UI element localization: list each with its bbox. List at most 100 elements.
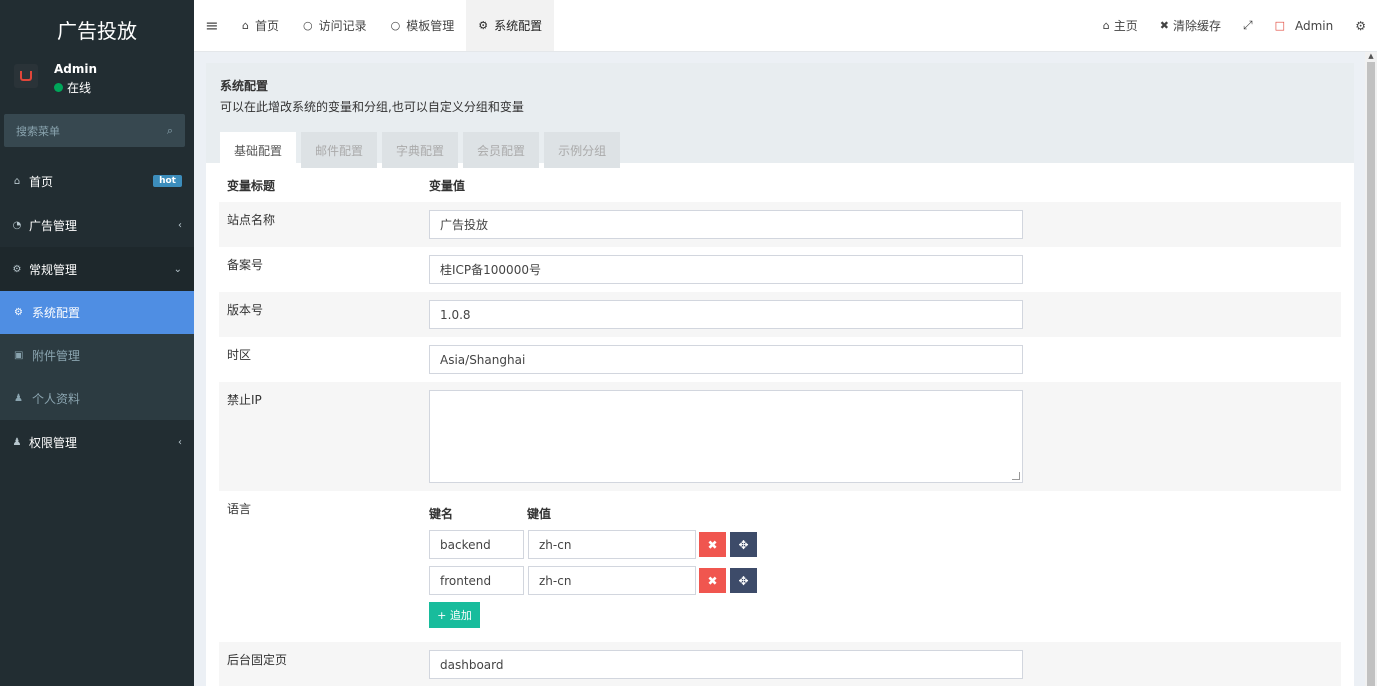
ads-icon: ◔ <box>12 219 22 231</box>
table-row: 禁止IP <box>219 382 1341 491</box>
table-row: 后台固定页 dashboard <box>219 642 1341 686</box>
table-row: 时区 Asia/Shanghai <box>219 337 1341 382</box>
sidebar: 广告投放 Admin 在线 搜索菜单 ⌕ ⌂ 首页 hot ◔ 广告管理 ‹ ⚙… <box>0 0 194 686</box>
row-label: 后台固定页 <box>227 653 288 667</box>
cogs-icon: ⚙ <box>12 263 22 275</box>
sidebar-menu: ⌂ 首页 hot ◔ 广告管理 ‹ ⚙ 常规管理 ⌄ ⚙ 系统配置 ▣ 附件管理… <box>0 159 194 464</box>
tab-label: 模板管理 <box>406 19 455 33</box>
table-row: 备案号 桂ICP备100000号 <box>219 247 1341 292</box>
sidebar-item-label: 个人资料 <box>32 392 81 406</box>
sidebar-item-attachments[interactable]: ▣ 附件管理 <box>0 334 194 377</box>
clear-cache-label: 清除缓存 <box>1172 19 1221 33</box>
kv-value-input[interactable]: zh-cn <box>528 530 696 559</box>
user-status: 在线 <box>54 79 97 96</box>
page-title: 系统配置 <box>220 79 269 93</box>
sidebar-search-input[interactable]: 搜索菜单 ⌕ <box>4 114 185 147</box>
tab-visit-log[interactable]: ○ 访问记录 <box>291 0 379 51</box>
tab-template[interactable]: ○ 模板管理 <box>379 0 467 51</box>
sidebar-item-home[interactable]: ⌂ 首页 hot <box>0 159 194 203</box>
user-name: Admin <box>54 62 98 76</box>
sidebar-item-label: 附件管理 <box>32 349 81 363</box>
table-header-row: 变量标题 变量值 <box>219 163 1341 202</box>
kv-value-input[interactable]: zh-cn <box>528 566 696 595</box>
tab-system-config[interactable]: ⚙ 系统配置 <box>466 0 555 51</box>
kv-key-input[interactable]: backend <box>429 530 524 559</box>
home-link-label: 主页 <box>1113 19 1138 33</box>
sidebar-submenu: ⚙ 系统配置 ▣ 附件管理 ♟ 个人资料 <box>0 291 194 420</box>
forbidden-ip-textarea[interactable] <box>429 390 1023 483</box>
gear-icon: ⚙ <box>478 19 489 32</box>
append-button[interactable]: + 追加 <box>429 602 480 628</box>
clear-cache-button[interactable]: ✖ 清除缓存 <box>1149 17 1232 34</box>
home-icon: ⌂ <box>13 175 21 187</box>
site-name-input[interactable]: 广告投放 <box>429 210 1023 239</box>
row-label: 语言 <box>227 502 252 516</box>
column-header-title: 变量标题 <box>227 179 276 193</box>
menu-toggle-icon[interactable]: ≡ <box>194 0 230 51</box>
sidebar-item-label: 权限管理 <box>29 435 78 450</box>
app-logo[interactable]: 广告投放 <box>0 0 194 58</box>
scrollbar-thumb[interactable] <box>1367 62 1375 686</box>
admin-menu[interactable]: □ Admin <box>1264 19 1345 33</box>
table-row: 版本号 1.0.8 <box>219 292 1341 337</box>
table-row: 站点名称 广告投放 <box>219 202 1341 247</box>
timezone-input[interactable]: Asia/Shanghai <box>429 345 1023 374</box>
chevron-down-icon: ⌄ <box>173 263 182 275</box>
fixed-page-input[interactable]: dashboard <box>429 650 1023 679</box>
trash-icon: ✖ <box>1159 19 1169 32</box>
online-dot-icon <box>54 83 63 92</box>
sidebar-item-ads[interactable]: ◔ 广告管理 ‹ <box>0 203 194 247</box>
scroll-up-icon[interactable]: ▲ <box>1367 52 1375 60</box>
page-description: 可以在此增改系统的变量和分组,也可以自定义分组和变量 <box>220 100 524 114</box>
delete-row-button[interactable]: ✖ <box>699 568 726 593</box>
circle-icon: ○ <box>390 19 401 32</box>
settings-cogs-icon[interactable]: ⚙ <box>1344 19 1377 33</box>
main-content: 系统配置 可以在此增改系统的变量和分组,也可以自定义分组和变量 基础配置 邮件配… <box>206 63 1354 686</box>
version-input[interactable]: 1.0.8 <box>429 300 1023 329</box>
tab-home[interactable]: ⌂ 首页 <box>230 0 291 51</box>
row-label: 禁止IP <box>227 393 262 407</box>
users-icon: ♟ <box>12 436 22 448</box>
kv-row: backend zh-cn ✖ ✥ <box>429 530 1341 559</box>
kv-key-input[interactable]: frontend <box>429 566 524 595</box>
delete-row-button[interactable]: ✖ <box>699 532 726 557</box>
row-label: 备案号 <box>227 258 264 272</box>
sidebar-item-profile[interactable]: ♟ 个人资料 <box>0 377 194 420</box>
sidebar-item-label: 常规管理 <box>29 262 78 277</box>
row-label: 版本号 <box>227 303 264 317</box>
tab-label: 访问记录 <box>318 19 367 33</box>
chevron-left-icon: ‹ <box>178 436 182 448</box>
sidebar-item-system-config[interactable]: ⚙ 系统配置 <box>0 291 194 334</box>
row-label: 时区 <box>227 348 252 362</box>
home-link[interactable]: ⌂ 主页 <box>1092 17 1149 34</box>
home-icon: ⌂ <box>1102 19 1110 32</box>
drag-move-button[interactable]: ✥ <box>730 568 757 593</box>
drag-move-button[interactable]: ✥ <box>730 532 757 557</box>
column-header-value: 变量值 <box>429 179 466 193</box>
kv-key-header: 键名 <box>429 507 454 521</box>
top-right-actions: ⌂ 主页 ✖ 清除缓存 ⤢ □ Admin ⚙ <box>1092 0 1377 51</box>
sidebar-item-general[interactable]: ⚙ 常规管理 ⌄ <box>0 247 194 291</box>
sidebar-item-label: 首页 <box>29 174 54 189</box>
resize-grip-icon[interactable] <box>1012 472 1020 480</box>
search-placeholder: 搜索菜单 <box>16 124 60 138</box>
table-row: 语言 键名 键值 backend zh-cn ✖ ✥ frontend zh-c… <box>219 491 1341 642</box>
hot-badge: hot <box>153 175 182 187</box>
tab-label: 首页 <box>254 19 279 33</box>
kv-header: 键名 键值 <box>429 505 1341 522</box>
panel-header: 系统配置 可以在此增改系统的变量和分组,也可以自定义分组和变量 基础配置 邮件配… <box>206 63 1354 168</box>
search-icon[interactable]: ⌕ <box>167 124 173 138</box>
user-status-text: 在线 <box>67 81 92 95</box>
kv-value-header: 键值 <box>527 507 552 521</box>
config-table: 变量标题 变量值 站点名称 广告投放 备案号 桂ICP备100000号 版本号 … <box>206 163 1354 686</box>
user-icon: ♟ <box>14 393 23 404</box>
user-panel: Admin 在线 <box>0 58 194 108</box>
beian-input[interactable]: 桂ICP备100000号 <box>429 255 1023 284</box>
sidebar-item-permissions[interactable]: ♟ 权限管理 ‹ <box>0 420 194 464</box>
page-scrollbar[interactable]: ▲ <box>1365 52 1377 686</box>
image-icon: ▣ <box>14 350 24 361</box>
gear-icon: ⚙ <box>14 307 23 318</box>
chevron-left-icon: ‹ <box>178 219 182 231</box>
admin-avatar-icon: □ <box>1274 19 1285 32</box>
fullscreen-icon[interactable]: ⤢ <box>1232 18 1264 33</box>
